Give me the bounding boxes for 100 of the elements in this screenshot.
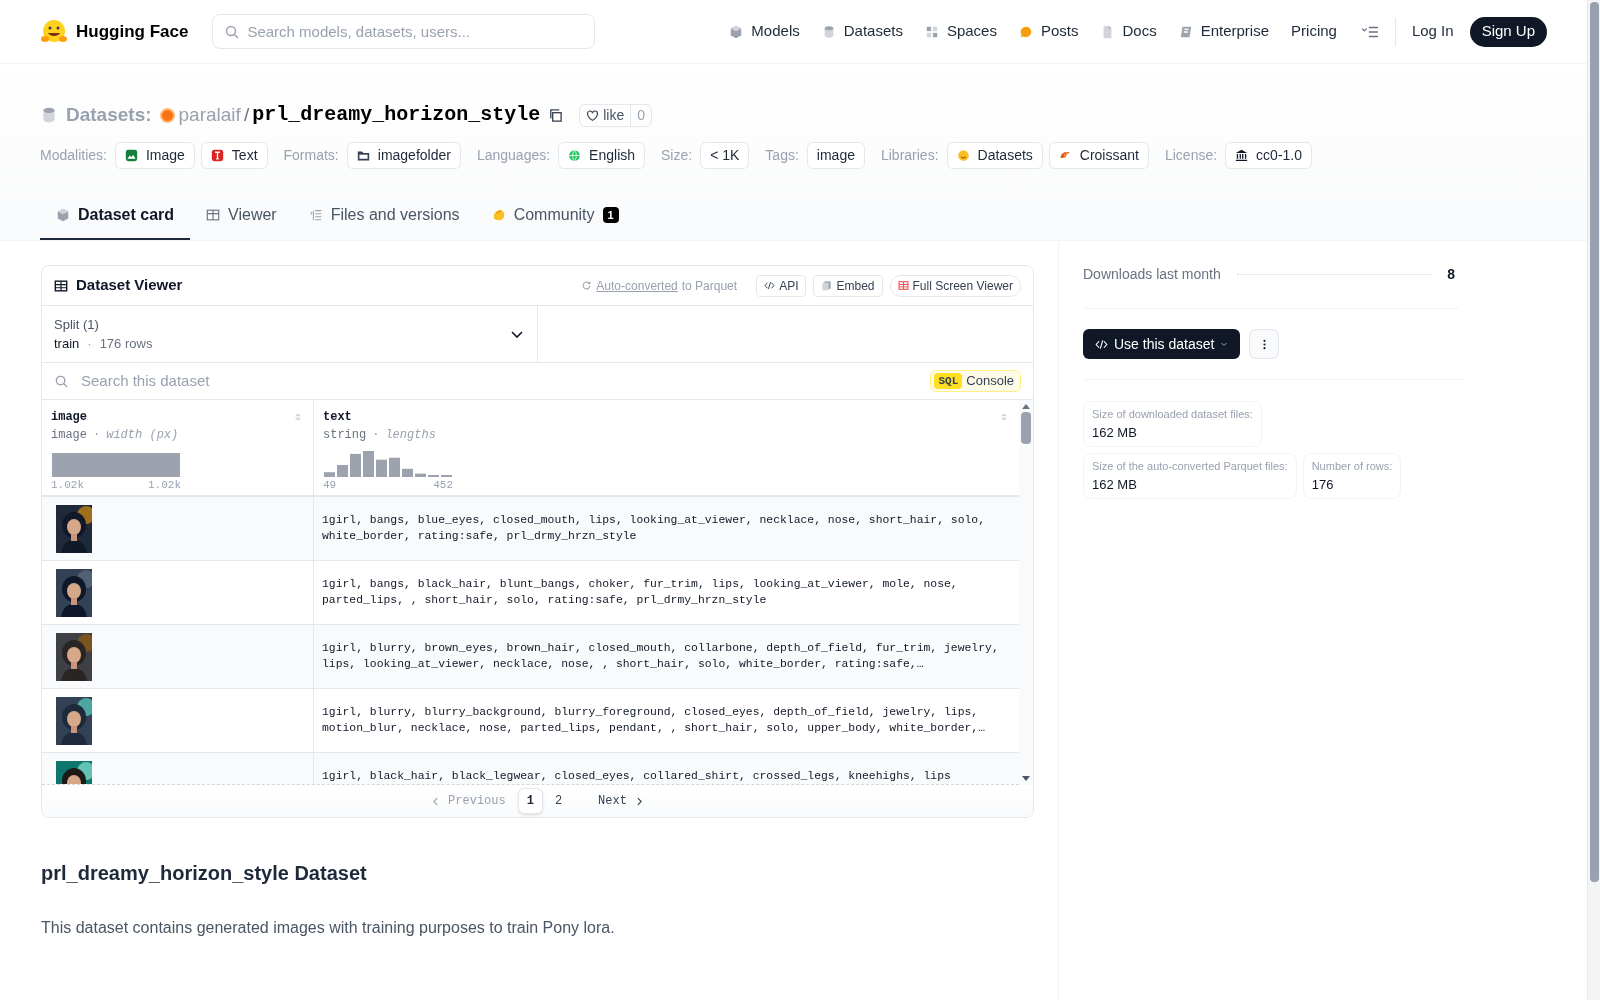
login-link[interactable]: Log In: [1411, 20, 1454, 43]
split-dropdown[interactable]: Split (1) train · 176 rows: [42, 306, 538, 362]
tag-chip[interactable]: Datasets: [946, 142, 1043, 169]
pages-icon: [821, 280, 833, 291]
stat-label: Size of downloaded dataset files:: [1092, 407, 1253, 422]
tag-chip[interactable]: cc0-1.0: [1225, 142, 1313, 169]
column-stat: width (px): [106, 427, 179, 444]
table-cell-text: 1girl, bangs, black_hair, blunt_bangs, choker, fur_trim, lips, looking_at_viewer, mole, nose, parted_lips, , short_hair, solo, rating:safe, prl_drmy_hrzn_style: [322, 577, 959, 608]
count-badge: 1: [602, 206, 619, 223]
meta-label: Size:: [661, 146, 693, 165]
text-icon: [210, 149, 224, 162]
viewer-title: Dataset Viewer: [76, 275, 183, 296]
tag-chip[interactable]: English: [558, 142, 646, 169]
parquet-note: to Parquet: [681, 277, 738, 295]
smiling-face-icon: [956, 149, 970, 162]
column-type: string: [323, 427, 367, 444]
like-count: 0: [630, 104, 651, 126]
copy-button[interactable]: [548, 107, 564, 123]
dataset-name[interactable]: prl_dreamy_horizon_style: [252, 100, 541, 130]
stat-label: Size of the auto-converted Parquet files:: [1092, 459, 1288, 474]
table-icon: [897, 280, 909, 291]
separator-dot: ·: [93, 427, 101, 444]
axis-min-label: 49: [323, 478, 337, 493]
nav-link[interactable]: Datasets: [821, 20, 903, 43]
nav-link[interactable]: Enterprise: [1178, 20, 1270, 43]
cube-icon: [56, 207, 70, 222]
path-separator: /: [243, 102, 250, 127]
nav-link[interactable]: Models: [729, 20, 800, 43]
tab[interactable]: Dataset card: [40, 191, 191, 240]
column-type: image: [51, 427, 87, 444]
table-icon: [54, 278, 68, 293]
table-icon: [206, 207, 221, 222]
nav-link[interactable]: Pricing: [1291, 20, 1337, 43]
card-description: This dataset contains generated images with training purposes to train Pony lora.: [41, 918, 616, 938]
tag-chip[interactable]: Text: [200, 142, 268, 169]
tag-chip[interactable]: image: [806, 142, 865, 169]
split-label: Split (1): [54, 315, 100, 334]
stat-value: 176: [1311, 475, 1335, 494]
stat-label: Number of rows:: [1311, 459, 1393, 474]
meta-label: Libraries:: [880, 146, 939, 165]
table-scrollbar[interactable]: [1019, 400, 1033, 785]
stat-value: 162 MB: [1092, 475, 1138, 494]
viewer-button[interactable]: API: [756, 274, 807, 297]
code-icon: [764, 280, 776, 291]
enterprise-icon: [1178, 24, 1193, 39]
card-heading: prl_dreamy_horizon_style Dataset: [41, 861, 368, 886]
search-icon: [54, 373, 69, 389]
axis-max-label: 452: [433, 478, 453, 493]
chat-bubble-icon: [1018, 24, 1033, 39]
tag-chip[interactable]: Image: [114, 142, 195, 169]
downloads-label: Downloads last month: [1083, 265, 1221, 284]
table-cell-text: 1girl, bangs, blue_eyes, closed_mouth, lips, looking_at_viewer, necklace, nose, short_hair, solo, white_border, rating:safe, prl_drmy_hrzn_style: [322, 513, 987, 544]
refresh-icon: [581, 280, 593, 291]
tag-chip[interactable]: < 1K: [700, 142, 750, 169]
row-count: 176 rows: [99, 335, 153, 353]
search-icon: [224, 24, 241, 40]
axis-max-label: 1.02k: [148, 478, 181, 493]
dataset-search-field[interactable]: Search this dataset: [81, 369, 919, 393]
tag-chip[interactable]: Croissant: [1048, 142, 1149, 169]
viewer-button[interactable]: Embed: [813, 274, 883, 297]
nav-link[interactable]: Posts: [1018, 20, 1079, 43]
tab[interactable]: Files and versions: [292, 191, 476, 240]
sql-console-button[interactable]: SQL Console: [930, 370, 1021, 392]
meta-label: Modalities:: [40, 146, 107, 165]
column-name: image: [51, 409, 88, 426]
use-dataset-button[interactable]: Use this dataset: [1083, 329, 1241, 359]
table-cell-text: 1girl, blurry, brown_eyes, brown_hair, closed_mouth, collarbone, depth_of_field, fur_trim, jewelry, lips, looking_at_viewer, necklace, nose, , short_hair, solo, white_border, rating:safe,…: [322, 641, 1000, 672]
nav-link[interactable]: Spaces: [924, 20, 997, 43]
chevron-right-icon: [634, 796, 644, 806]
tab[interactable]: Community 1: [475, 191, 635, 240]
image-icon: [124, 149, 138, 162]
nav-link[interactable]: Docs: [1100, 20, 1157, 43]
meta-label: Languages:: [476, 146, 551, 165]
avatar-icon: [159, 107, 175, 123]
column-name: text: [323, 409, 353, 426]
downloads-count: 8: [1447, 265, 1455, 284]
table-cell-text: 1girl, blurry, blurry_background, blurry_foreground, closed_eyes, depth_of_field, jewelry, lips, motion_blur, necklace, nose, parted_lips, pendant, , short_hair, solo, upper_body, white_border,…: [322, 705, 987, 736]
tag-chip[interactable]: imagefolder: [346, 142, 461, 169]
brand-logo[interactable]: Hugging Face: [40, 17, 189, 46]
meta-label: License:: [1164, 146, 1218, 165]
stat-value: 162 MB: [1092, 423, 1138, 442]
like-label: like: [603, 105, 625, 125]
meta-label: Tags:: [765, 146, 799, 165]
search-field[interactable]: Search models, datasets, users...: [212, 14, 596, 49]
separator-dot: ·: [87, 335, 92, 353]
heart-icon: [586, 108, 600, 122]
cube-icon: [729, 24, 744, 39]
globe-icon: [568, 149, 582, 162]
folder-icon: [356, 149, 370, 162]
grid-icon: [924, 24, 939, 39]
scrollbar[interactable]: [1587, 0, 1600, 1000]
page-link[interactable]: 2: [546, 788, 571, 814]
like-button[interactable]: like 0: [579, 103, 652, 127]
separator-dot: ·: [372, 427, 380, 444]
tab[interactable]: Viewer: [190, 191, 293, 240]
meta-label: Formats:: [283, 146, 339, 165]
chevron-left-icon: [431, 796, 441, 806]
signup-button[interactable]: Sign Up: [1469, 16, 1547, 47]
next-link[interactable]: Next: [590, 792, 652, 810]
page-link[interactable]: 1: [517, 788, 543, 814]
